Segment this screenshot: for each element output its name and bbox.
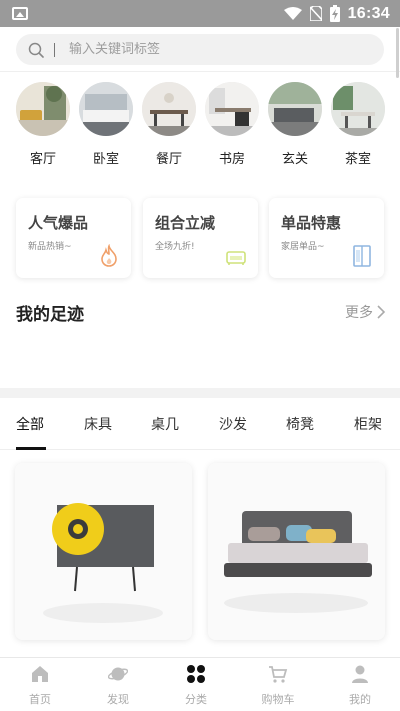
promo-card-popular[interactable]: 人气爆品 新品热销~ [16,198,131,278]
nav-home[interactable]: 首页 [10,664,70,707]
promo-subtitle: 新品热销~ [28,242,72,252]
tab-beds[interactable]: 床具 [84,414,112,434]
tab-sofas[interactable]: 沙发 [219,414,247,434]
room-category-list: 客厅 卧室 餐厅 书房 玄关 茶室 [0,82,400,174]
tab-tables[interactable]: 桌几 [151,414,179,434]
nav-categories[interactable]: 分类 [166,664,226,707]
active-tab-indicator [16,447,46,450]
product-card[interactable] [15,463,192,640]
promo-subtitle: 家居单品~ [281,242,325,252]
user-icon [352,665,368,683]
nav-label: 分类 [185,693,207,706]
nav-label: 首页 [29,693,51,706]
nav-profile[interactable]: 我的 [330,664,390,707]
nav-cart[interactable]: 购物车 [248,664,308,707]
clock: 16:34 [347,4,390,22]
planet-icon [107,667,129,681]
nav-label: 我的 [349,693,371,706]
tab-chairs[interactable]: 椅凳 [286,414,314,434]
home-icon [32,666,48,682]
grid-icon [187,665,205,683]
promo-card-combo[interactable]: 组合立减 全场九折! [143,198,258,278]
nav-label: 发现 [107,693,129,706]
bedroom-image [79,82,133,136]
more-label: 更多 [345,305,373,321]
study-image [205,82,259,136]
entryway-image [268,82,322,136]
room-item-tea-room[interactable]: 茶室 [330,82,386,167]
dining-room-image [142,82,196,136]
promo-title: 人气爆品 [28,214,89,232]
tab-cabinets[interactable]: 柜架 [354,414,382,434]
promo-cards: 人气爆品 新品热销~ 组合立减 全场九折! 单品特惠 家居单品~ [0,198,400,280]
product-image-bed [208,463,385,640]
room-item-entryway[interactable]: 玄关 [267,82,323,167]
status-bar: 16:34 [0,0,400,27]
text-cursor [54,42,55,57]
room-item-dining-room[interactable]: 餐厅 [141,82,197,167]
tab-all[interactable]: 全部 [16,414,44,434]
search-icon [28,42,44,58]
search-input[interactable] [69,42,329,57]
status-icons: 16:34 [283,0,390,27]
room-label: 书房 [218,152,245,167]
cart-icon [269,666,288,683]
search-bar[interactable] [16,34,384,65]
room-label: 餐厅 [155,152,182,167]
footprints-more-link[interactable]: 更多 [345,302,386,322]
nav-discover[interactable]: 发现 [88,664,148,707]
flame-icon [101,244,117,267]
room-label: 玄关 [281,152,308,167]
room-label: 茶室 [344,152,371,167]
no-sim-icon [309,6,322,21]
promo-subtitle: 全场九折! [155,242,195,252]
search-bar-container [0,27,400,72]
room-item-living-room[interactable]: 客厅 [15,82,71,167]
category-tabs: 全部 床具 桌几 沙发 椅凳 柜架 [0,398,400,450]
chevron-right-icon [377,305,386,319]
tea-room-image [331,82,385,136]
cabinet-icon [353,245,371,267]
room-item-study[interactable]: 书房 [204,82,260,167]
promo-card-single-item[interactable]: 单品特惠 家居单品~ [269,198,384,278]
image-notification-icon [12,7,28,20]
nav-label: 购物车 [261,693,295,706]
room-label: 卧室 [92,152,119,167]
living-room-image [16,82,70,136]
sofa-icon [226,251,246,265]
wifi-icon [283,6,302,20]
bottom-navigation: 首页 发现 分类 购物车 我的 [0,657,400,711]
room-label: 客厅 [29,152,56,167]
scrollbar[interactable] [396,28,399,78]
room-item-bedroom[interactable]: 卧室 [78,82,134,167]
product-card[interactable] [208,463,385,640]
promo-title: 单品特惠 [281,214,342,232]
product-image-cabinet [15,463,192,640]
battery-charging-icon [329,5,340,22]
promo-title: 组合立减 [155,214,216,232]
section-divider [0,388,400,398]
footprints-title: 我的足迹 [16,305,84,325]
